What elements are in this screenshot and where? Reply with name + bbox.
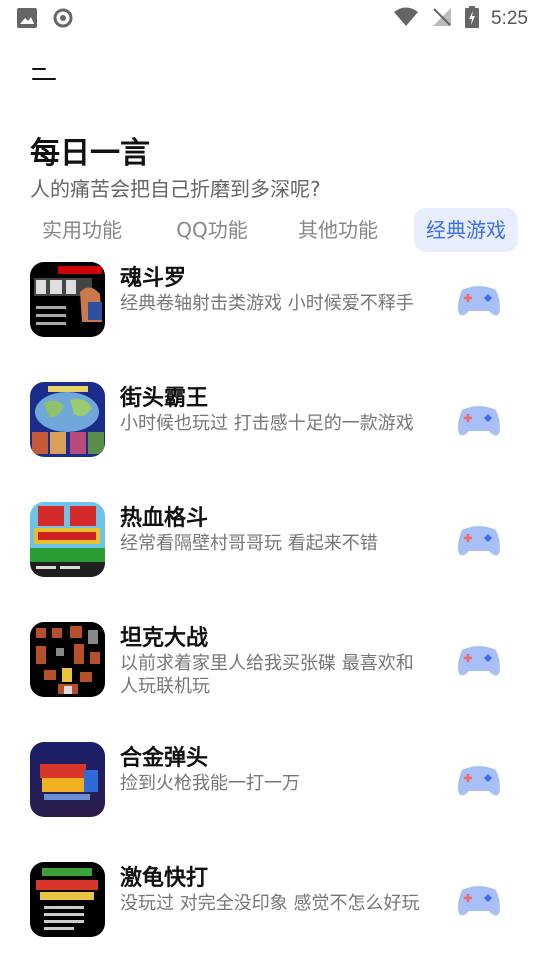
gamepad-icon[interactable] (456, 524, 502, 558)
game-description: 经常看隔壁村哥哥玩 看起来不错 (120, 533, 378, 554)
game-name: 合金弹头 (120, 746, 209, 771)
list-item[interactable]: 魂斗罗 经典卷轴射击类游戏 小时候爱不释手 (0, 250, 540, 370)
page-title: 每日一言 (30, 136, 150, 171)
battery-charging-icon (465, 6, 480, 32)
game-name: 魂斗罗 (120, 266, 187, 291)
game-description: 没玩过 对完全没印象 感觉不怎么好玩 (120, 893, 420, 914)
signal-off-icon (431, 6, 453, 32)
game-thumbnail-nekketsu (30, 502, 105, 577)
list-item[interactable]: 激龟快打 没玩过 对完全没印象 感觉不怎么好玩 (0, 850, 540, 970)
game-name: 热血格斗 (120, 506, 209, 531)
category-tabs: 实用功能 QQ功能 其他功能 经典游戏 (24, 208, 524, 252)
game-name: 街头霸王 (120, 386, 209, 411)
game-thumbnail-battle-city (30, 622, 105, 697)
game-name: 激龟快打 (120, 866, 209, 891)
location-icon (52, 7, 74, 33)
gamepad-icon[interactable] (456, 644, 502, 678)
list-item[interactable]: 坦克大战 以前求着家里人给我买张碟 最喜欢和人玩联机玩 (0, 610, 540, 730)
list-item[interactable]: 街头霸王 小时候也玩过 打击感十足的一款游戏 (0, 370, 540, 490)
game-description: 经典卷轴射击类游戏 小时候爱不释手 (120, 293, 414, 314)
gamepad-icon[interactable] (456, 764, 502, 798)
list-item[interactable]: 合金弹头 捡到火枪我能一打一万 (0, 730, 540, 850)
tab-qq[interactable]: QQ功能 (160, 208, 264, 252)
wifi-icon (393, 6, 419, 32)
list-item[interactable]: 热血格斗 经常看隔壁村哥哥玩 看起来不错 (0, 490, 540, 610)
gamepad-icon[interactable] (456, 884, 502, 918)
game-thumbnail-contra (30, 262, 105, 337)
menu-line (32, 78, 56, 80)
image-icon (16, 7, 38, 33)
game-name: 坦克大战 (120, 626, 209, 651)
menu-button[interactable] (32, 64, 58, 84)
game-thumbnail-metal-slug (30, 742, 105, 817)
game-description: 以前求着家里人给我买张碟 最喜欢和人玩联机玩 (120, 653, 414, 697)
gamepad-icon[interactable] (456, 404, 502, 438)
game-thumbnail-street-fighter (30, 382, 105, 457)
gamepad-icon[interactable] (456, 284, 502, 318)
menu-line (32, 68, 46, 70)
tab-other[interactable]: 其他功能 (280, 208, 396, 252)
tab-classic-games[interactable]: 经典游戏 (414, 208, 518, 252)
tab-utility[interactable]: 实用功能 (24, 208, 140, 252)
daily-quote: 人的痛苦会把自己折磨到多深呢? (30, 177, 321, 201)
game-description: 捡到火枪我能一打一万 (120, 773, 300, 794)
game-description: 小时候也玩过 打击感十足的一款游戏 (120, 413, 414, 434)
status-time: 5:25 (491, 8, 528, 29)
game-thumbnail-tmnt (30, 862, 105, 937)
status-bar: 5:25 (0, 0, 540, 36)
